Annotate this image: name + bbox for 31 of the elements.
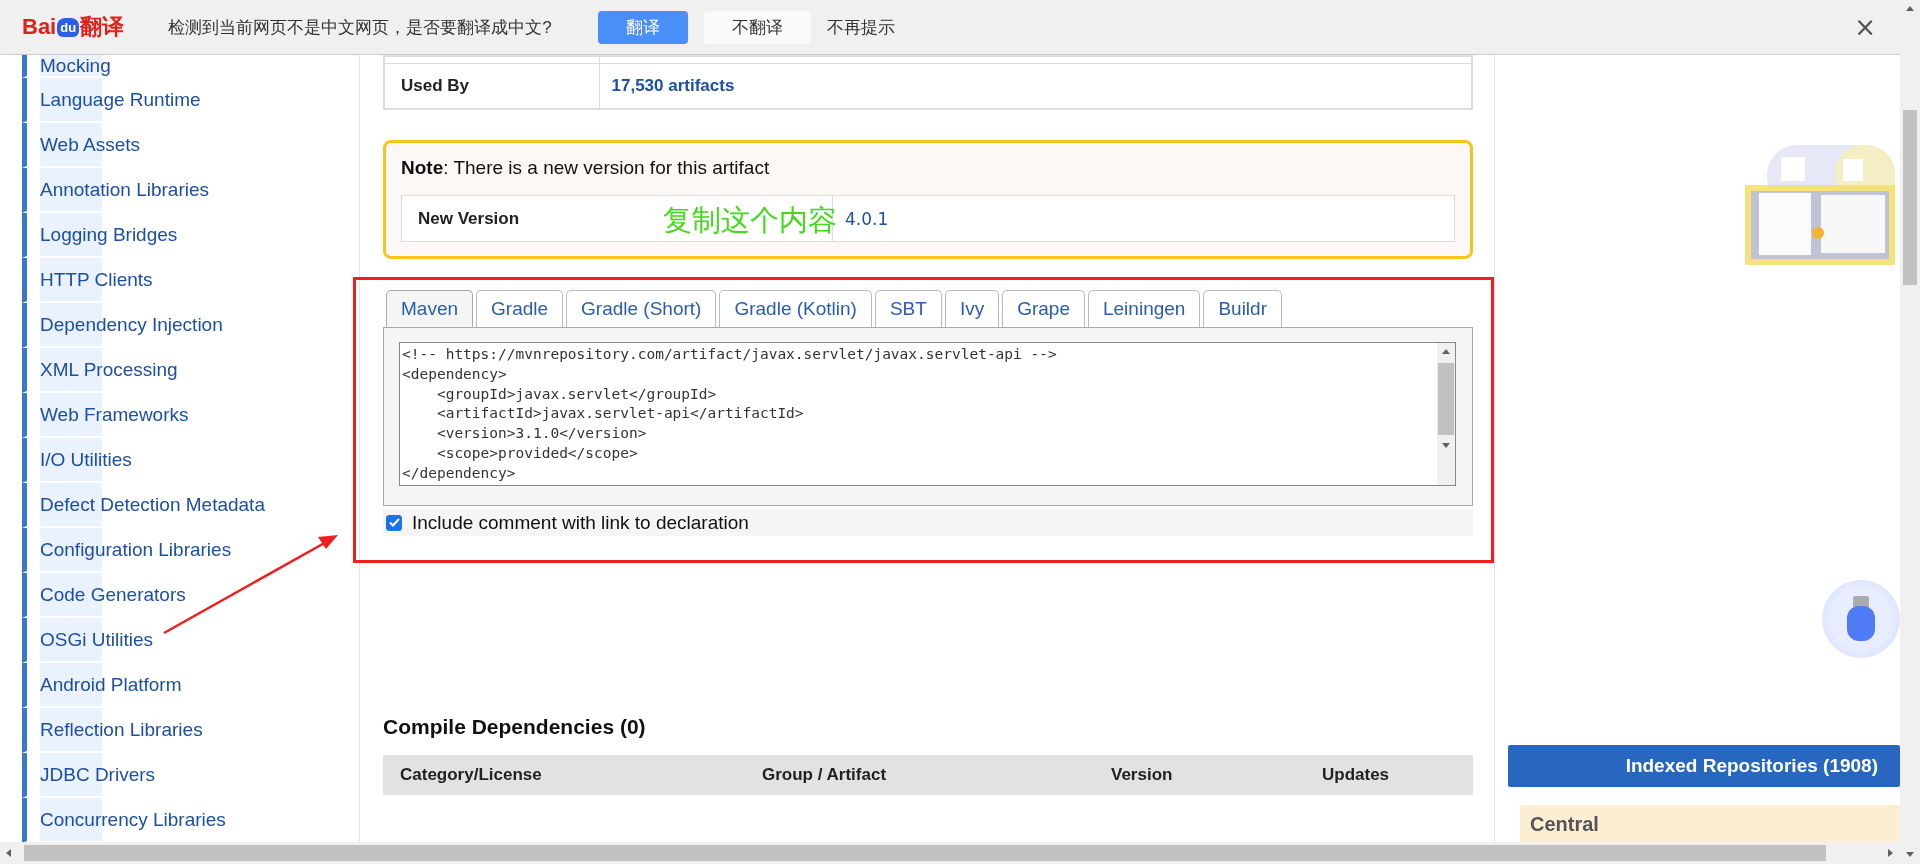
build-tool-tab[interactable]: Gradle	[476, 290, 564, 327]
column-header: Group / Artifact	[761, 765, 888, 785]
scroll-thumb[interactable]	[1903, 110, 1917, 285]
dismiss-link[interactable]: 不再提示	[826, 10, 895, 44]
build-tool-tab[interactable]: Buildr	[1203, 290, 1282, 327]
note-text: Note: There is a new version for this artifact	[401, 157, 771, 179]
scroll-up-icon[interactable]	[1905, 4, 1915, 14]
section-heading: Compile Dependencies (0)	[383, 715, 647, 739]
logo: Bai du 翻译	[22, 13, 125, 41]
build-tool-tab[interactable]: SBT	[874, 290, 942, 327]
repository-item[interactable]: Central	[1520, 805, 1900, 842]
build-tool-tab[interactable]: Maven	[386, 290, 474, 327]
close-button[interactable]: ×	[1848, 12, 1882, 42]
column-header: Version	[1110, 765, 1174, 785]
scroll-up-icon[interactable]	[1441, 347, 1451, 357]
scroll-thumb[interactable]	[1438, 363, 1454, 435]
translate-message: 检测到当前网页不是中文网页，是否要翻译成中文?	[168, 16, 552, 39]
column-header: Category/License	[399, 765, 543, 785]
scroll-left-icon[interactable]	[4, 848, 14, 858]
checkbox[interactable]	[386, 514, 402, 531]
build-tool-tab[interactable]: Gradle (Kotlin)	[719, 290, 872, 327]
build-tool-tab[interactable]: Ivy	[944, 290, 1000, 327]
scroll-thumb[interactable]	[24, 845, 1826, 861]
build-tool-tab[interactable]: Gradle (Short)	[566, 290, 717, 327]
column-header: Updates	[1321, 765, 1391, 785]
translate-option-button[interactable]: 不翻译	[703, 10, 811, 44]
repositories-button[interactable]: Indexed Repositories (1908)	[1508, 745, 1900, 787]
build-tool-tab[interactable]: Grape	[1002, 290, 1085, 327]
checkbox-label: Include comment with link to declaration	[412, 511, 749, 534]
build-tool-tab[interactable]: Leiningen	[1088, 290, 1201, 327]
code-field[interactable]: <!-- https://mvnrepository.com/artifact/javax.servlet/javax.servlet-api --> <dependency> <groupId>javax.servlet</groupId> <artifactId>javax.servlet-api</artifactId> <version>3.1.0</version> <scope>provided</scope> </dependency>	[399, 342, 1456, 486]
